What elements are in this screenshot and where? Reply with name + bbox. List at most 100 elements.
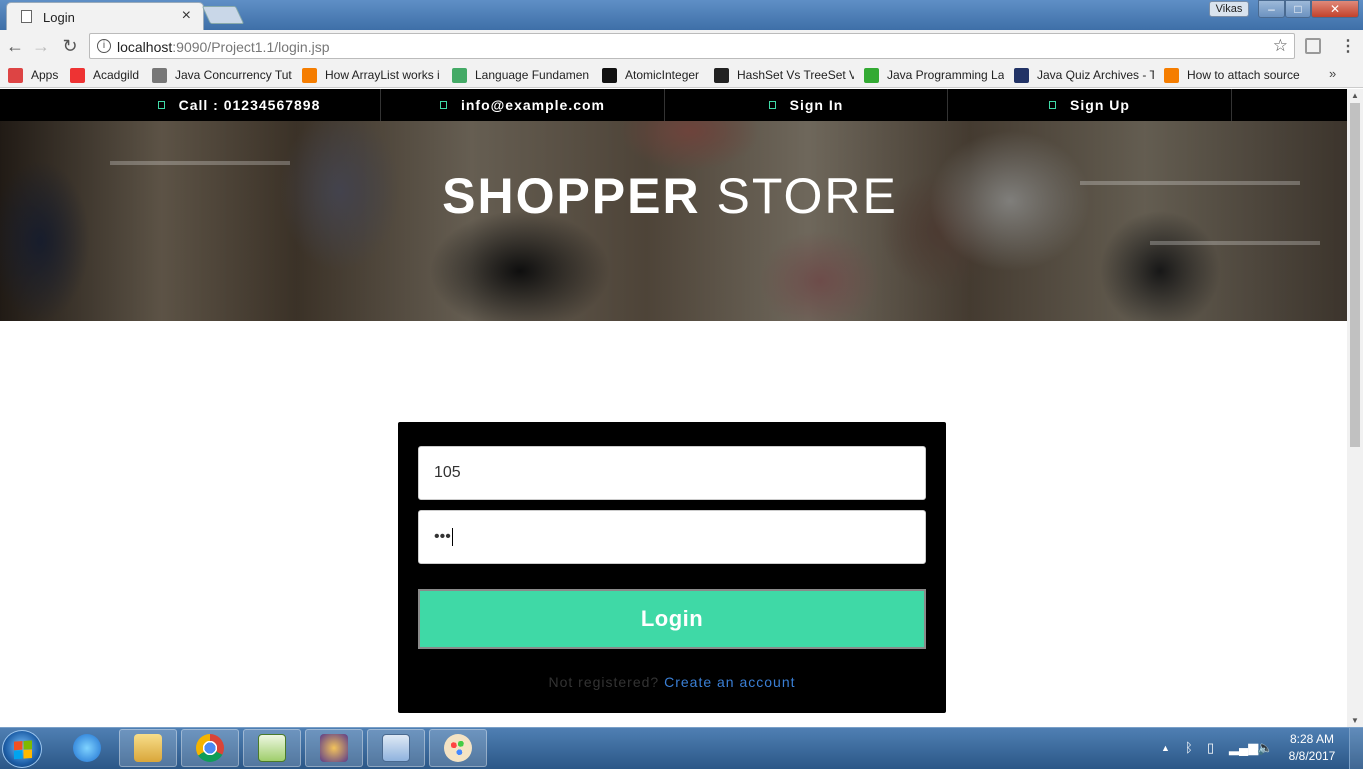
bookmark-acadgild[interactable]: Acadgild <box>70 66 146 84</box>
quiz-icon <box>1014 67 1029 83</box>
start-button[interactable] <box>2 730 42 768</box>
close-window-button[interactable]: ✕ <box>1311 0 1359 18</box>
bookmark-java-quiz[interactable]: Java Quiz Archives - T <box>1014 66 1154 84</box>
forward-arrow-icon[interactable]: → <box>30 35 52 57</box>
register-prompt: Not registered? Create an account <box>398 674 946 690</box>
register-question: Not registered? <box>548 674 660 690</box>
bookmark-label: Java Quiz Archives - T <box>1037 68 1154 82</box>
call-item: Call : 01234567898 <box>98 89 381 121</box>
device-icon[interactable]: ▯ <box>1207 740 1214 756</box>
notepad-glyph <box>258 734 286 762</box>
bookmark-arraylist[interactable]: How ArrayList works i <box>302 66 442 84</box>
j-icon <box>602 67 617 83</box>
bookmark-label: How to attach source <box>1187 68 1300 82</box>
sign-up-text: Sign Up <box>1070 97 1130 113</box>
new-tab-button[interactable] <box>201 6 245 24</box>
store-title: SHOPPER STORE <box>0 167 1340 225</box>
browser-titlebar: Login × Vikas – □ ✕ <box>0 0 1363 30</box>
bookmark-hashset[interactable]: HashSet Vs TreeSet V <box>714 66 854 84</box>
palette-glyph <box>444 734 472 762</box>
envelope-icon <box>439 101 447 109</box>
username-input[interactable]: 105 <box>418 446 926 500</box>
email-item[interactable]: info@example.com <box>381 89 665 121</box>
java-ee-ide-icon[interactable] <box>305 729 363 767</box>
extension-icon[interactable] <box>1305 38 1321 54</box>
scroll-up-icon[interactable]: ▲ <box>1351 91 1359 100</box>
folder-glyph <box>134 734 162 762</box>
acadgild-icon <box>70 67 85 83</box>
maximize-button[interactable]: □ <box>1285 0 1311 18</box>
profile-button[interactable]: Vikas <box>1209 1 1249 17</box>
eclipse-glyph <box>320 734 348 762</box>
bookmark-label: Java Programming La <box>887 68 1004 82</box>
sign-in-text: Sign In <box>789 97 844 113</box>
chrome-menu-icon[interactable]: ⋮ <box>1340 36 1356 56</box>
address-bar[interactable]: i localhost:9090/Project1.1/login.jsp ☆ <box>89 33 1295 59</box>
url-host: localhost <box>117 39 173 55</box>
file-explorer-icon[interactable] <box>119 729 177 767</box>
internet-explorer-icon[interactable] <box>58 729 116 767</box>
bookmark-label: HashSet Vs TreeSet V <box>737 68 854 82</box>
tab-close-icon[interactable]: × <box>182 7 191 25</box>
bluetooth-icon[interactable]: ᛒ <box>1185 740 1193 755</box>
paint-icon[interactable] <box>429 729 487 767</box>
blogger-icon <box>1164 67 1179 83</box>
bookmark-label: Apps <box>31 68 59 82</box>
chrome-icon[interactable] <box>181 729 239 767</box>
show-desktop-button[interactable] <box>1349 728 1363 769</box>
info-icon[interactable]: i <box>97 39 111 53</box>
notepad-plus-plus-icon[interactable] <box>243 729 301 767</box>
browser-tab[interactable]: Login × <box>6 2 204 30</box>
back-arrow-icon[interactable]: ← <box>4 35 26 57</box>
bookmark-language-fundamentals[interactable]: Language Fundamen <box>452 66 592 84</box>
reload-icon[interactable]: ↻ <box>59 35 81 57</box>
call-text: Call : 01234567898 <box>178 97 321 113</box>
bookmark-java-concurrency[interactable]: Java Concurrency Tut <box>152 66 292 84</box>
show-hidden-icons[interactable]: ▲ <box>1161 743 1170 753</box>
system-tray: ▲ ᛒ ▯ ▂▄▆ 🔈 <box>1155 728 1285 769</box>
taskbar-clock[interactable]: 8:28 AM 8/8/2017 <box>1284 731 1340 765</box>
page-scrollbar[interactable]: ▲ ▼ <box>1347 89 1363 727</box>
bookmark-apps[interactable]: Apps <box>8 66 68 84</box>
dark-square-icon <box>714 67 729 83</box>
password-input[interactable]: ••• <box>418 510 926 564</box>
shelf <box>110 161 290 165</box>
blogger-icon <box>302 67 317 83</box>
top-info-bar: Call : 01234567898 info@example.com Sign… <box>0 89 1347 121</box>
sign-in-icon <box>768 101 776 109</box>
apps-grid-icon <box>8 67 23 83</box>
clock-date: 8/8/2017 <box>1288 749 1336 763</box>
link-icon <box>864 67 879 83</box>
volume-icon[interactable]: 🔈 <box>1257 740 1273 756</box>
password-mask: ••• <box>434 528 451 545</box>
bookmark-java-programming[interactable]: Java Programming La <box>864 66 1004 84</box>
sign-up-link[interactable]: Sign Up <box>948 89 1232 121</box>
network-signal-icon[interactable]: ▂▄▆ <box>1229 740 1258 756</box>
create-account-link[interactable]: Create an account <box>664 674 795 690</box>
bookmark-atomicinteger[interactable]: AtomicInteger <box>602 66 707 84</box>
bookmarks-overflow-button[interactable]: » <box>1329 66 1336 81</box>
bookmark-attach-source[interactable]: How to attach source <box>1164 66 1304 84</box>
shelf <box>1150 241 1320 245</box>
page-icon <box>21 10 32 23</box>
bookmark-star-icon[interactable]: ☆ <box>1273 36 1288 56</box>
user-icon <box>1049 101 1057 109</box>
sign-in-link[interactable]: Sign In <box>665 89 948 121</box>
bookmark-label: How ArrayList works i <box>325 68 440 82</box>
bookmarks-bar: Apps Acadgild Java Concurrency Tut How A… <box>0 62 1363 88</box>
diamond-icon <box>152 67 167 83</box>
minimize-button[interactable]: – <box>1258 0 1285 18</box>
scrollbar-thumb[interactable] <box>1350 103 1360 447</box>
media-player-icon[interactable] <box>367 729 425 767</box>
scroll-down-icon[interactable]: ▼ <box>1351 716 1359 725</box>
url-text[interactable]: localhost:9090/Project1.1/login.jsp <box>117 39 329 55</box>
phone-icon <box>157 101 165 109</box>
store-title-bold: SHOPPER <box>442 168 701 224</box>
login-button[interactable]: Login <box>418 589 926 649</box>
windows-logo-icon <box>14 740 32 760</box>
media-glyph <box>382 734 410 762</box>
bookmark-label: Language Fundamen <box>475 68 590 82</box>
bookmark-label: AtomicInteger <box>625 68 700 82</box>
hero-banner: SHOPPER STORE <box>0 121 1347 321</box>
email-text: info@example.com <box>460 97 606 113</box>
